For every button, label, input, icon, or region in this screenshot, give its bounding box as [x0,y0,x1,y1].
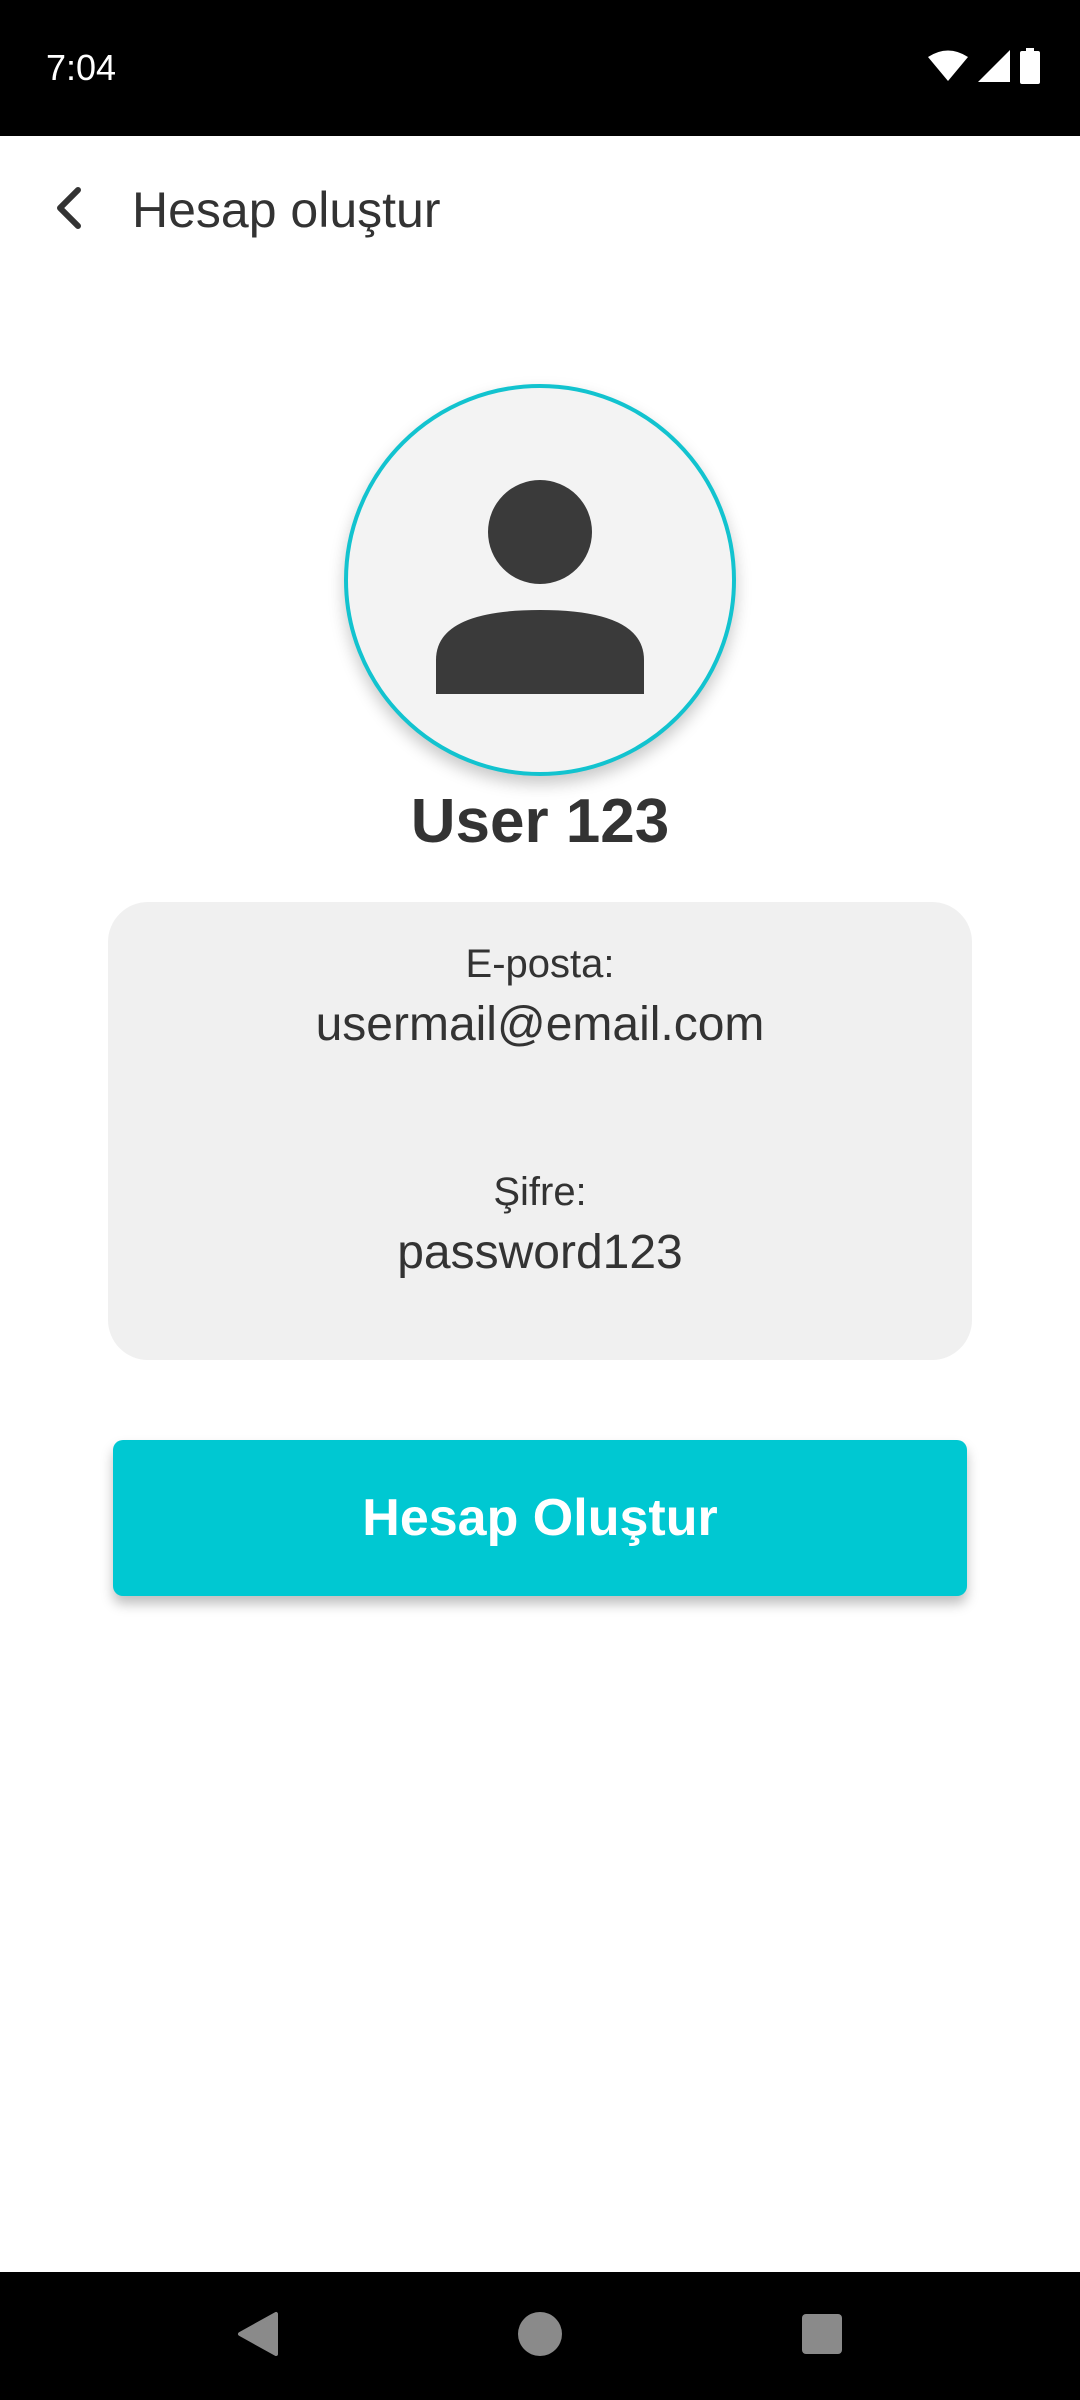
chevron-left-icon [50,184,90,237]
nav-back-button[interactable] [222,2300,294,2372]
wifi-icon [928,50,968,82]
status-time: 7:04 [46,47,117,88]
nav-recents-button[interactable] [786,2300,858,2372]
back-button[interactable] [30,170,110,250]
password-value: password123 [397,1226,683,1279]
create-account-button-label: Hesap Oluştur [362,1489,718,1547]
status-icons [928,48,1040,84]
home-circle-icon [516,2310,564,2363]
app-bar: Hesap oluştur [0,136,1080,284]
username: User 123 [410,787,670,856]
battery-icon [1020,48,1040,84]
avatar[interactable] [344,384,736,776]
password-label: Şifre: [493,1170,587,1214]
account-info-card: E-posta: usermail@email.com Şifre: passw… [108,902,972,1360]
email-value: usermail@email.com [315,998,765,1051]
system-nav-bar [0,2272,1080,2400]
create-account-button[interactable]: Hesap Oluştur [113,1440,967,1596]
back-triangle-icon [236,2310,280,2363]
create-account-screen: 7:04 Hesap oluştur User 123 E-posta: use… [0,0,1080,2400]
signal-icon [978,50,1010,82]
nav-home-button[interactable] [504,2300,576,2372]
email-label: E-posta: [465,942,615,986]
page-title: Hesap oluştur [132,182,441,238]
status-bar: 7:04 [0,0,1080,136]
recents-square-icon [800,2312,844,2361]
